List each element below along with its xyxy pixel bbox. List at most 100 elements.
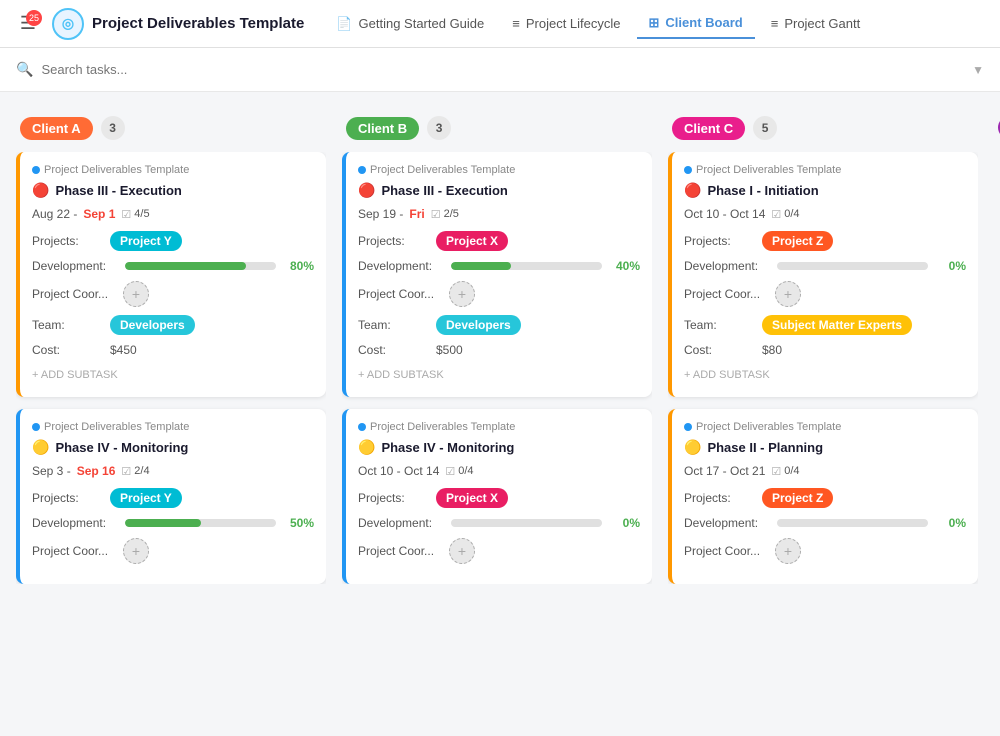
card-status-icon: 🟡 [684, 439, 701, 456]
card-check: ☑ 0/4 [445, 465, 473, 478]
card-projects-row: Projects:Project X [358, 231, 640, 251]
card-card-b2[interactable]: Project Deliverables Template 🟡Phase IV -… [342, 409, 652, 584]
projects-label: Projects: [358, 491, 428, 505]
source-dot [32, 166, 40, 174]
card-projects-row: Projects: Project Y [32, 488, 314, 508]
add-subtask-button[interactable]: + ADD SUBTASK [32, 365, 314, 385]
logo-icon: ◎ [62, 15, 74, 32]
projects-label: Projects: [32, 491, 102, 505]
dev-label: Development: [358, 259, 443, 273]
card-dates-row: Oct 10 - Oct 14☑ 0/4 [358, 464, 640, 478]
card-card-a2[interactable]: Project Deliverables Template🟡Phase IV -… [16, 409, 326, 584]
check-icon: ☑ [431, 208, 441, 221]
card-title-text: Phase III - Execution [381, 183, 507, 198]
card-title-text: Phase IV - Monitoring [55, 440, 188, 455]
tab-client-board[interactable]: ⊞ Client Board [637, 9, 755, 39]
card-card-a1[interactable]: Project Deliverables Template 🔴Phase III … [16, 152, 326, 397]
check-icon: ☑ [771, 465, 781, 478]
column-label-client-a: Client A [20, 117, 93, 140]
chevron-down-icon[interactable]: ▼ [972, 63, 984, 77]
card-dev-row: Development:40% [358, 259, 640, 273]
search-input[interactable] [41, 62, 964, 77]
project-tag[interactable]: Project Y [110, 231, 182, 251]
progress-bar-bg [125, 519, 276, 527]
card-title-text: Phase II - Planning [707, 440, 823, 455]
cost-label: Cost: [684, 343, 754, 357]
project-tag[interactable]: Project X [436, 231, 508, 251]
date-start: Aug 22 - [32, 207, 77, 221]
coord-label: Project Coor... [32, 544, 117, 558]
date-range: Oct 17 - Oct 21 [684, 464, 765, 478]
progress-bar-bg [451, 519, 602, 527]
card-dates-row: Oct 10 - Oct 14☑ 0/4 [684, 207, 966, 221]
team-label: Team: [684, 318, 754, 332]
column-client-a: Client A3Project Deliverables Template🔴P… [16, 108, 326, 720]
card-dev-row: Development:0% [684, 259, 966, 273]
card-title-row: 🟡Phase IV - Monitoring [358, 439, 640, 456]
progress-bar-bg [777, 262, 928, 270]
date-start: Sep 3 - [32, 464, 71, 478]
team-tag[interactable]: Developers [436, 315, 521, 335]
card-title-row: 🔴Phase III - Execution [32, 182, 314, 199]
check-icon: ☑ [121, 465, 131, 478]
nav-tabs: 📄 Getting Started Guide ≡ Project Lifecy… [324, 9, 988, 39]
tab-project-lifecycle[interactable]: ≡ Project Lifecycle [500, 10, 632, 37]
card-dev-row: Development:80% [32, 259, 314, 273]
card-coord-row: Project Coor...+ [684, 281, 966, 307]
card-coord-row: Project Coor...+ [358, 281, 640, 307]
card-title-row: 🟡Phase IV - Monitoring [32, 439, 314, 456]
card-cost-row: Cost:$500 [358, 343, 640, 357]
source-dot [358, 166, 366, 174]
project-tag[interactable]: Project Z [762, 231, 833, 251]
tab-getting-started[interactable]: 📄 Getting Started Guide [324, 10, 496, 38]
card-projects-row: Projects:Project Z [684, 488, 966, 508]
card-source-row: Project Deliverables Template [358, 421, 640, 433]
avatar-add-button[interactable]: + [123, 538, 149, 564]
notification-badge: 25 [26, 10, 42, 26]
team-tag[interactable]: Subject Matter Experts [762, 315, 912, 335]
column-cards-client-a: Project Deliverables Template 🔴Phase III … [16, 152, 326, 584]
coord-label: Project Coor... [358, 544, 443, 558]
card-title-text: Phase IV - Monitoring [381, 440, 514, 455]
card-source-row: Project Deliverables Template [358, 164, 640, 176]
column-header-client-a: Client A3 [16, 108, 326, 152]
date-end-red: Fri [409, 207, 424, 221]
progress-pct: 0% [936, 259, 966, 273]
add-subtask-button[interactable]: + ADD SUBTASK [358, 365, 640, 385]
card-check: ☑ 4/5 [121, 208, 149, 221]
column-partial: En... + [994, 108, 1000, 720]
card-status-icon: 🔴 [32, 182, 49, 199]
tab-project-gantt[interactable]: ≡ Project Gantt [759, 10, 872, 37]
card-card-c1[interactable]: Project Deliverables Template 🔴Phase I - … [668, 152, 978, 397]
dev-label: Development: [32, 516, 117, 530]
avatar-add-button[interactable]: + [449, 281, 475, 307]
menu-button[interactable]: ☰ 25 [12, 8, 44, 40]
team-tag[interactable]: Developers [110, 315, 195, 335]
search-bar: 🔍 ▼ [0, 48, 1000, 92]
project-tag[interactable]: Project Y [110, 488, 182, 508]
project-tag[interactable]: Project X [436, 488, 508, 508]
card-title-row: 🔴Phase I - Initiation [684, 182, 966, 199]
check-icon: ☑ [771, 208, 781, 221]
card-dates-row: Sep 3 - Sep 16☑ 2/4 [32, 464, 314, 478]
avatar-add-button[interactable]: + [449, 538, 475, 564]
progress-bar-bg [777, 519, 928, 527]
card-check: ☑ 0/4 [771, 465, 799, 478]
source-text: Project Deliverables Template [44, 164, 189, 176]
card-source-row: Project Deliverables Template [684, 164, 966, 176]
cost-value: $80 [762, 343, 782, 357]
avatar-add-button[interactable]: + [775, 538, 801, 564]
card-dev-row: Development:0% [684, 516, 966, 530]
project-tag[interactable]: Project Z [762, 488, 833, 508]
card-card-c2[interactable]: Project Deliverables Template🟡Phase II -… [668, 409, 978, 584]
card-check: ☑ 0/4 [771, 208, 799, 221]
column-client-c: Client C5Project Deliverables Template🔴P… [668, 108, 978, 720]
card-card-b1[interactable]: Project Deliverables Template🔴Phase III … [342, 152, 652, 397]
avatar-add-button[interactable]: + [123, 281, 149, 307]
add-subtask-button[interactable]: + ADD SUBTASK [684, 365, 966, 385]
cost-value: $450 [110, 343, 137, 357]
app-logo: ◎ [52, 8, 84, 40]
avatar-add-button[interactable]: + [775, 281, 801, 307]
card-coord-row: Project Coor... + [32, 538, 314, 564]
card-dates-row: Sep 19 - Fri☑ 2/5 [358, 207, 640, 221]
